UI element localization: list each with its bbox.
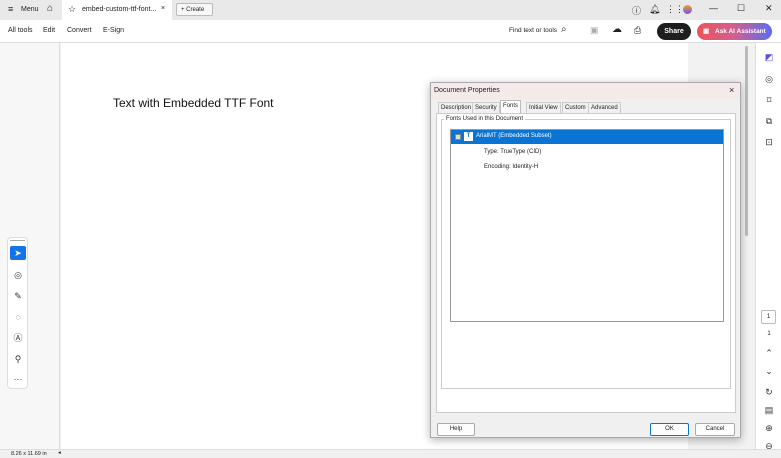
ask-ai-button[interactable]: ▣ Ask AI Assistant — [697, 23, 772, 40]
close-icon[interactable]: × — [729, 85, 734, 95]
truetype-font-icon: T — [464, 132, 473, 141]
page-number-input[interactable]: 1 — [761, 310, 776, 324]
scroll-left-icon[interactable]: ◂ — [58, 450, 61, 456]
maximize-icon[interactable]: ☐ — [737, 3, 745, 14]
create-label: Create — [186, 7, 205, 13]
font-encoding: Encoding: Identity-H — [484, 164, 539, 170]
chevron-down-icon[interactable]: ⌄ — [764, 366, 774, 376]
more-tools-icon[interactable]: ··· — [10, 372, 26, 386]
comment-tool-icon[interactable]: ◎ — [10, 268, 26, 282]
vertical-scrollbar[interactable] — [745, 46, 748, 236]
tab-document[interactable]: ☆ embed-custom-ttf-font... × — [62, 0, 172, 20]
text-box-tool-icon[interactable]: Ⓐ — [10, 331, 26, 345]
bell-icon[interactable]: 🔔︎ — [649, 4, 660, 15]
close-window-icon[interactable]: ✕ — [765, 3, 773, 14]
bookmark-icon[interactable]: ⌑ — [764, 95, 774, 105]
rotate-icon[interactable]: ↻ — [764, 387, 774, 397]
font-type: Type: TrueType (CID) — [484, 149, 542, 155]
collapse-icon[interactable] — [455, 134, 461, 140]
tab-custom[interactable]: Custom — [562, 102, 589, 113]
document-text: Text with Embedded TTF Font — [113, 96, 274, 110]
menu-button[interactable]: Menu — [21, 6, 39, 13]
fonts-list[interactable]: T ArialMT (Embedded Subset) Type: TrueTy… — [450, 129, 724, 322]
close-tab-icon[interactable]: × — [161, 5, 165, 12]
toolbar: All tools Edit Convert E-Sign Find text … — [0, 20, 781, 43]
ai-icon: ▣ — [703, 28, 710, 35]
find-button[interactable]: Find text or tools — [509, 27, 557, 34]
share-button[interactable]: Share — [657, 23, 691, 40]
attachments-icon[interactable]: ⊡ — [764, 137, 774, 147]
fonts-group: Fonts Used in this Document T ArialMT (E… — [441, 116, 731, 389]
star-icon[interactable]: ☆ — [68, 4, 76, 15]
select-tool-icon[interactable]: ➤ — [10, 246, 26, 260]
dialog-title: Document Properties — [434, 87, 500, 94]
tab-description[interactable]: Description — [438, 102, 475, 113]
create-button[interactable]: + Create — [176, 3, 213, 16]
lasso-tool-icon[interactable]: ◌ — [10, 310, 26, 324]
search-icon[interactable]: ⌕ — [561, 24, 567, 35]
group-label: Fonts Used in this Document — [444, 116, 526, 122]
status-bar: 8.26 x 11.69 in ◂ — [0, 449, 781, 458]
help-button[interactable]: Help — [437, 423, 475, 436]
page-count: 1 — [767, 331, 771, 337]
ok-button[interactable]: OK — [650, 423, 689, 436]
dialog-title-bar: Document Properties × — [431, 83, 740, 99]
convert-button[interactable]: Convert — [67, 27, 92, 34]
right-sidebar: ◩ ◎ ⌑ ⧉ ⊡ 1 1 ⌃ ⌄ ↻ ▤ ⊕ ⊖ — [755, 43, 781, 451]
menu-icon[interactable]: ≡ — [8, 5, 13, 14]
all-tools-button[interactable]: All tools — [8, 27, 33, 34]
minimize-icon[interactable]: — — [709, 3, 718, 13]
pages-icon[interactable]: ⧉ — [764, 116, 774, 126]
home-icon[interactable]: ⌂ — [47, 3, 53, 14]
font-name: ArialMT (Embedded Subset) — [476, 133, 552, 139]
edit-button[interactable]: Edit — [43, 27, 55, 34]
print-icon[interactable]: ⎙ — [634, 25, 641, 36]
zoom-in-icon[interactable]: ⊕ — [764, 423, 774, 433]
upload-icon[interactable]: ☁ — [612, 24, 622, 35]
esign-button[interactable]: E-Sign — [103, 27, 124, 34]
ai-panel-icon[interactable]: ◩ — [764, 52, 774, 62]
ai-label: Ask AI Assistant — [715, 28, 766, 35]
page-size: 8.26 x 11.69 in — [11, 451, 47, 457]
stamp-tool-icon[interactable]: ⚲ — [10, 352, 26, 366]
save-icon[interactable]: ▣ — [590, 25, 599, 36]
help-icon[interactable]: ⓘ — [632, 4, 641, 17]
tab-fonts[interactable]: Fonts — [500, 100, 522, 114]
drag-handle[interactable] — [10, 240, 25, 241]
tab-bar: ≡ Menu ⌂ ☆ embed-custom-ttf-font... × + … — [0, 0, 781, 20]
tools-palette: ➤ ◎ ✎ ◌ Ⓐ ⚲ ··· — [7, 237, 28, 389]
apps-grid-icon[interactable]: ⋮⋮ — [666, 4, 684, 15]
tab-title: embed-custom-ttf-font... — [82, 6, 157, 13]
chevron-up-icon[interactable]: ⌃ — [764, 348, 774, 358]
fit-page-icon[interactable]: ▤ — [764, 405, 774, 415]
comments-icon[interactable]: ◎ — [764, 74, 774, 84]
document-properties-dialog: Document Properties × Description Securi… — [430, 82, 741, 438]
tab-advanced[interactable]: Advanced — [588, 102, 621, 113]
pen-tool-icon[interactable]: ✎ — [10, 289, 26, 303]
cancel-button[interactable]: Cancel — [695, 423, 735, 436]
avatar[interactable] — [683, 5, 692, 14]
font-list-item[interactable]: T ArialMT (Embedded Subset) — [451, 130, 723, 144]
fonts-tab-panel: Fonts Used in this Document T ArialMT (E… — [436, 113, 736, 413]
tab-security[interactable]: Security — [472, 102, 500, 113]
tab-initial-view[interactable]: Initial View — [526, 102, 561, 113]
